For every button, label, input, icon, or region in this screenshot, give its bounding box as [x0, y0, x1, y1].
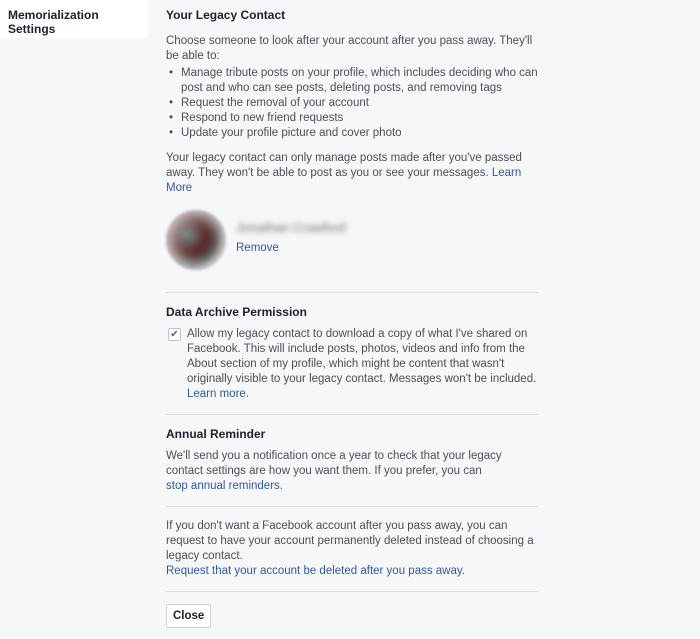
legacy-contact-heading: Your Legacy Contact	[166, 8, 286, 22]
bullet-icon: •	[169, 127, 174, 139]
data-archive-permission: ✔ Allow my legacy contact to download a …	[166, 327, 538, 402]
checkmark-icon: ✔	[170, 329, 179, 340]
data-archive-text: Allow my legacy contact to download a co…	[187, 327, 538, 402]
bullet-icon: •	[169, 97, 174, 109]
legacy-contact-name: Jonathan Crawford	[236, 220, 346, 235]
archive-description: Allow my legacy contact to download a co…	[187, 328, 537, 385]
reminder-description: We'll send you a notification once a yea…	[166, 450, 502, 477]
bullet-icon: •	[169, 67, 174, 79]
annual-reminder-heading: Annual Reminder	[166, 427, 266, 441]
legacy-permissions-list: • Manage tribute posts on your profile, w…	[166, 66, 538, 141]
list-item: • Manage tribute posts on your profile, w…	[166, 66, 538, 96]
data-archive-heading: Data Archive Permission	[166, 305, 307, 319]
remove-contact-link[interactable]: Remove	[236, 242, 279, 254]
note-text: Your legacy contact can only manage post…	[166, 152, 522, 179]
list-item-text: Update your profile picture and cover ph…	[181, 127, 402, 139]
stop-reminders-link[interactable]: stop annual reminders	[166, 480, 280, 492]
settings-section-title: Memorialization Settings	[8, 8, 99, 36]
settings-content: Your Legacy Contact Choose someone to lo…	[166, 8, 538, 628]
delete-account-text: If you don't want a Facebook account aft…	[166, 519, 538, 579]
section-divider	[166, 292, 538, 293]
avatar	[166, 210, 226, 270]
list-item: • Update your profile picture and cover p…	[166, 126, 538, 141]
legacy-contact-card: Jonathan Crawford Remove	[166, 210, 538, 280]
request-deletion-link[interactable]: Request that your account be deleted aft…	[166, 565, 462, 577]
section-divider	[166, 506, 538, 507]
list-item-text: Manage tribute posts on your profile, wh…	[181, 67, 538, 94]
data-archive-checkbox[interactable]: ✔	[168, 328, 181, 341]
legacy-contact-intro: Choose someone to look after your accoun…	[166, 35, 533, 62]
list-item-text: Respond to new friend requests	[181, 112, 344, 124]
list-item: • Respond to new friend requests	[166, 111, 538, 126]
memorialization-settings-page: Memorialization Settings Your Legacy Con…	[0, 0, 700, 639]
close-button[interactable]: Close	[166, 604, 212, 628]
bullet-icon: •	[169, 112, 174, 124]
annual-reminder-text: We'll send you a notification once a yea…	[166, 449, 538, 494]
archive-period: .	[245, 388, 250, 400]
delete-period: .	[461, 565, 465, 577]
legacy-contact-note: Your legacy contact can only manage post…	[166, 151, 538, 196]
list-item: • Request the removal of your account	[166, 96, 538, 111]
section-divider	[166, 414, 538, 415]
archive-learn-more-link[interactable]: Learn more	[187, 388, 246, 400]
list-item-text: Request the removal of your account	[181, 97, 369, 109]
reminder-period: .	[279, 480, 283, 492]
settings-sidebar: Memorialization Settings	[0, 0, 148, 38]
section-divider	[166, 591, 538, 592]
delete-description: If you don't want a Facebook account aft…	[166, 520, 534, 562]
